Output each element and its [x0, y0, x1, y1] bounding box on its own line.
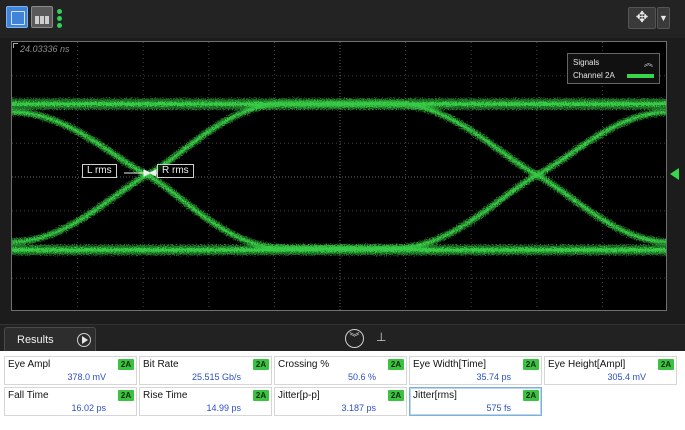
- measurement-name: Eye Ampl: [8, 359, 51, 370]
- measurement-value: 3.187 ps: [341, 403, 376, 413]
- channel-badge: 2A: [253, 390, 269, 401]
- single-grid-layout-button[interactable]: [6, 6, 28, 28]
- channel-badge: 2A: [118, 390, 134, 401]
- results-tab-label: Results: [17, 334, 54, 346]
- measurement-name: Rise Time: [143, 390, 188, 401]
- measurement-name: Jitter[p-p]: [278, 390, 320, 401]
- multi-grid-layout-button[interactable]: [31, 6, 53, 28]
- measurement-value: 575 fs: [486, 403, 511, 413]
- measurement-value: 50.6 %: [347, 372, 376, 382]
- timestamp-label: 24.03336 ns: [20, 44, 70, 54]
- legend-collapse-icon[interactable]: ︽: [644, 56, 653, 69]
- corner-marker: [13, 43, 18, 48]
- legend-channel-label[interactable]: Channel 2A: [573, 71, 615, 80]
- measurement-cell[interactable]: Jitter[p-p] 2A 3.187 ps: [274, 387, 407, 416]
- results-bar: Results ︾ ⊥: [0, 324, 685, 352]
- measurement-cell[interactable]: Eye Width[Time] 2A 35.74 ps: [409, 356, 542, 385]
- results-tab[interactable]: Results: [4, 327, 96, 352]
- measurement-value: 305.4 mV: [607, 372, 646, 382]
- dropdown-arrow-icon[interactable]: ▼: [657, 7, 670, 29]
- channel-badge: 2A: [118, 359, 134, 370]
- measurements-panel: Eye Ampl 2A 378.0 mV Bit Rate 2A 25.515 Gb/s C…: [0, 351, 685, 430]
- signals-legend[interactable]: Signals ︽ Channel 2A: [567, 53, 660, 84]
- measurement-value: 14.99 ps: [206, 403, 241, 413]
- channel-badge: 2A: [523, 390, 539, 401]
- legend-channel-swatch: [627, 74, 654, 78]
- measurement-cell[interactable]: Fall Time 2A 16.02 ps: [4, 387, 137, 416]
- measurement-value: 378.0 mV: [67, 372, 106, 382]
- measurement-cell[interactable]: Bit Rate 2A 25.515 Gb/s: [139, 356, 272, 385]
- channel-badge: 2A: [253, 359, 269, 370]
- measurement-cell[interactable]: Eye Ampl 2A 378.0 mV: [4, 356, 137, 385]
- measurement-name: Bit Rate: [143, 359, 179, 370]
- play-icon[interactable]: [77, 333, 91, 347]
- measurement-name: Eye Height[Ampl]: [548, 359, 626, 370]
- measurement-cell[interactable]: Rise Time 2A 14.99 ps: [139, 387, 272, 416]
- channel-badge: 2A: [388, 390, 404, 401]
- collapse-chevron-icon[interactable]: ︾: [345, 329, 364, 348]
- measurement-name: Jitter[rms]: [413, 390, 457, 401]
- pin-icon[interactable]: ⊥: [376, 330, 386, 344]
- measurement-cell[interactable]: Crossing % 2A 50.6 %: [274, 356, 407, 385]
- measurement-value: 35.74 ps: [476, 372, 511, 382]
- measurement-name: Eye Width[Time]: [413, 359, 486, 370]
- toolbar: ✥ ▼: [0, 0, 685, 38]
- channel-badge: 2A: [523, 359, 539, 370]
- trigger-level-arrow-icon[interactable]: [670, 168, 679, 180]
- waveform-display[interactable]: 24.03336 ns Signals ︽ Channel 2A L rms R…: [11, 41, 667, 311]
- measurement-value: 16.02 ps: [71, 403, 106, 413]
- measurement-name: Fall Time: [8, 390, 49, 401]
- move-cross-icon[interactable]: ✥: [628, 7, 656, 29]
- measurement-name: Crossing %: [278, 359, 330, 370]
- r-rms-marker-label[interactable]: R rms: [157, 164, 194, 178]
- more-options-icon[interactable]: [57, 9, 63, 29]
- measurement-value: 25.515 Gb/s: [191, 372, 241, 382]
- channel-badge: 2A: [388, 359, 404, 370]
- channel-badge: 2A: [658, 359, 674, 370]
- legend-title: Signals: [573, 58, 600, 67]
- measurement-cell[interactable]: Eye Height[Ampl] 2A 305.4 mV: [544, 356, 677, 385]
- l-rms-marker-label[interactable]: L rms: [82, 164, 117, 178]
- oscilloscope-app: ✥ ▼ 24.03336 ns Signals ︽ Channel 2A L r…: [0, 0, 685, 430]
- measurement-cell[interactable]: Jitter[rms] 2A 575 fs: [409, 387, 542, 416]
